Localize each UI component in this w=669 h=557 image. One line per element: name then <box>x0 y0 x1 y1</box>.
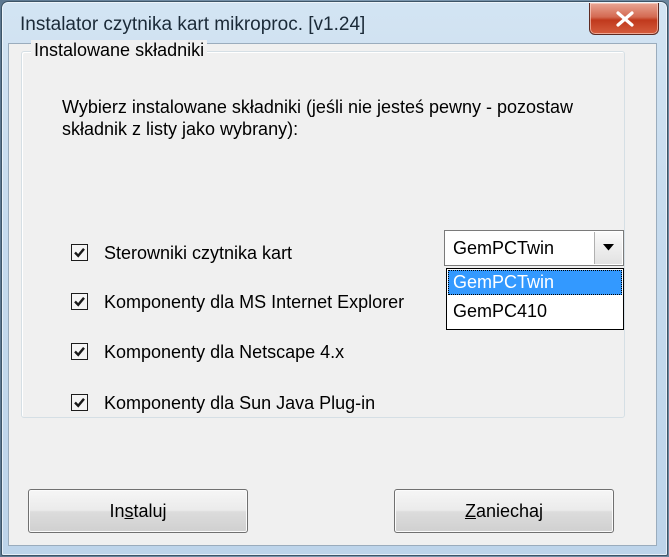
window-title: Instalator czytnika kart mikroproc. [v1.… <box>20 14 366 35</box>
option-gempctwin[interactable]: GemPCTwin <box>448 270 622 295</box>
reader-model-options: GemPCTwin GemPC410 <box>446 268 624 330</box>
install-label-part: In <box>109 501 125 521</box>
checkmark-icon <box>74 347 85 357</box>
close-icon <box>616 11 634 27</box>
chevron-down-icon <box>603 244 614 251</box>
install-label-part: taluj <box>133 501 167 521</box>
checkmark-icon <box>74 248 85 258</box>
checkbox-java[interactable] <box>71 394 88 411</box>
checkmark-icon <box>74 398 85 408</box>
install-button[interactable]: Instaluj <box>28 489 248 533</box>
checkbox-netscape[interactable] <box>71 343 88 360</box>
reader-model-select[interactable]: GemPCTwin <box>444 230 624 266</box>
dropdown-button[interactable] <box>594 232 622 264</box>
checkbox-label: Komponenty dla Sun Java Plug-in <box>104 393 376 413</box>
checkbox-label: Sterowniki czytnika kart <box>104 243 293 263</box>
checkbox-label: Komponenty dla MS Internet Explorer <box>104 292 405 312</box>
checkmark-icon <box>74 297 85 307</box>
select-value: GemPCTwin <box>453 238 555 258</box>
option-gempc410[interactable]: GemPC410 <box>448 299 622 324</box>
cancel-mnemonic: Z <box>464 501 476 521</box>
close-button[interactable] <box>589 3 659 35</box>
groupbox-title: Instalowane składniki <box>31 40 208 61</box>
checkbox-ie[interactable] <box>71 293 88 310</box>
cancel-label-part: aniechaj <box>475 501 544 521</box>
checkbox-label: Komponenty dla Netscape 4.x <box>104 342 345 362</box>
checkbox-sterowniki[interactable] <box>71 244 88 261</box>
cancel-button[interactable]: Zaniechaj <box>394 489 614 533</box>
instructions-text: Wybierz instalowane składniki (jeśli nie… <box>62 97 574 139</box>
